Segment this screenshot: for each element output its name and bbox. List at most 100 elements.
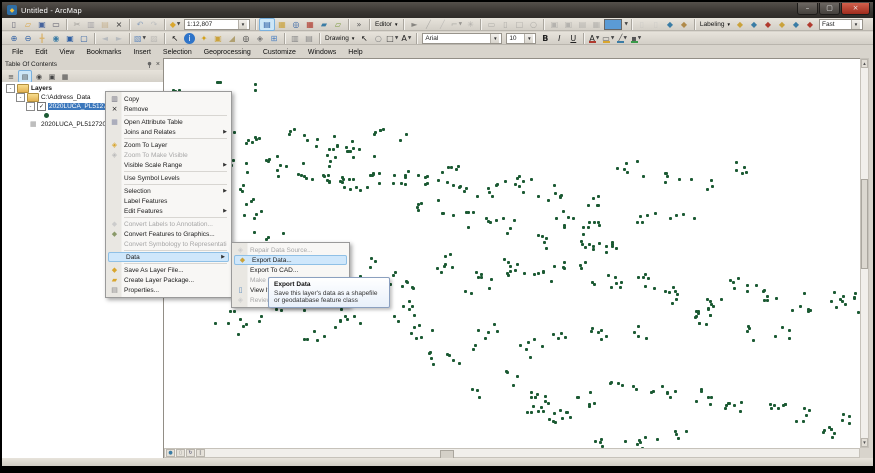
menu-windows[interactable]: Windows [302,48,342,57]
pause-drawing-icon[interactable]: ∥ [196,449,205,457]
menu-item-visible-scale-range[interactable]: Visible Scale Range▶ [107,160,230,170]
menu-file[interactable]: File [6,48,29,57]
labeling-toolbar-label[interactable]: Labeling▼ [698,21,733,28]
toc-source-group[interactable]: C:\Address_Data [41,94,91,101]
pin-icon[interactable] [146,61,153,68]
menu-selection[interactable]: Selection [157,48,198,57]
menu-help[interactable]: Help [342,48,368,57]
hyperlink-icon[interactable]: ✦ [197,32,211,44]
map-vertical-scrollbar[interactable]: ▲ ▼ [860,58,869,448]
view-unplaced-icon[interactable]: ◆ [803,18,817,30]
find-icon[interactable]: ◎ [239,32,253,44]
new-document-icon[interactable]: ▯ [7,18,21,30]
fixed-zoom-in-icon[interactable]: ▣ [63,32,77,44]
identify-icon[interactable]: i [184,33,195,44]
menu-item-export-to-cad[interactable]: Export To CAD... [233,265,348,275]
font-size-combo[interactable]: 10▼ [506,33,536,44]
pan-icon[interactable]: ╋ [35,32,49,44]
label-manager-icon[interactable]: ◆ [733,18,747,30]
font-name-combo[interactable]: Arial▼ [422,33,502,44]
shape-tool-icon[interactable]: □▼ [385,32,399,44]
table-of-contents-window-icon[interactable]: ▤ [259,18,275,31]
menu-bookmarks[interactable]: Bookmarks [80,48,127,57]
label-weight-icon[interactable]: ◆ [761,18,775,30]
layer-visibility-checkbox[interactable]: ✓ [37,102,46,111]
list-by-selection-icon[interactable]: ▣ [46,71,58,82]
font-color-icon[interactable]: A▼ [587,32,601,44]
menu-item-copy[interactable]: ▥Copy [107,94,230,104]
html-popup-icon[interactable]: ▣ [211,32,225,44]
menu-customize[interactable]: Customize [257,48,302,57]
editor-toolbar-label[interactable]: Editor▼ [373,21,400,28]
delete-icon[interactable]: × [112,18,126,30]
list-by-visibility-icon[interactable]: ◉ [33,71,45,82]
menu-item-use-symbol-levels[interactable]: Use Symbol Levels [107,173,230,183]
catalog-window-icon[interactable]: ▦ [275,18,289,30]
python-window-icon[interactable]: ▰ [317,18,331,30]
drawing-toolbar-label[interactable]: Drawing▼ [323,35,357,42]
fixed-zoom-out-icon[interactable]: ▢ [77,32,91,44]
bold-icon[interactable]: B [538,32,552,44]
scroll-up-icon[interactable]: ▲ [861,59,868,68]
menu-item-zoom-to-layer[interactable]: ◈Zoom To Layer [107,140,230,150]
menu-item-data[interactable]: Data▶ [108,252,229,262]
layout-view-icon[interactable]: ▯ [176,449,185,457]
vscroll-thumb[interactable] [861,179,868,269]
zoom-in-icon[interactable]: ⊕ [7,32,21,44]
underline-icon[interactable]: U [566,32,580,44]
save-icon[interactable]: ▣ [35,18,49,30]
expand-icon[interactable]: - [6,84,15,93]
data-view-icon[interactable]: ● [166,449,175,457]
drawing-select-icon[interactable]: ↖ [357,32,371,44]
text-tool-icon[interactable]: A▼ [399,32,413,44]
go-to-xy-icon[interactable]: ⊞ [267,32,281,44]
symbol-color-swatch[interactable]: ▼ [603,18,627,30]
line-color-icon[interactable]: ╱▼ [615,32,629,44]
zoom-out-icon[interactable]: ⊖ [21,32,35,44]
rotate-graphic-icon[interactable]: ○ [371,32,385,44]
select-elements-icon[interactable]: ↖ [168,32,182,44]
menu-edit[interactable]: Edit [29,48,53,57]
full-extent-icon[interactable]: ◉ [49,32,63,44]
menu-item-export-data[interactable]: ◆Export Data... [234,255,347,265]
refresh-view-icon[interactable]: ▥ [288,32,302,44]
find-route-icon[interactable]: ◈ [253,32,267,44]
lock-labels-icon[interactable]: ◆ [775,18,789,30]
menu-item-joins-and-relates[interactable]: Joins and Relates▶ [107,127,230,137]
label-priority-icon[interactable]: ◆ [747,18,761,30]
minimize-button[interactable]: – [797,3,818,15]
menu-insert[interactable]: Insert [127,48,157,57]
print-icon[interactable]: ▭ [49,18,63,30]
point-symbol-swatch[interactable] [44,113,49,118]
toc-options-icon[interactable]: ▦ [59,71,71,82]
package-icon[interactable]: ◆ [677,18,691,30]
marker-color-icon[interactable]: ▪▼ [629,32,643,44]
label-engine-combo[interactable]: Fast▼ [819,19,863,30]
modelbuilder-icon[interactable]: ▱ [331,18,345,30]
maximize-button[interactable]: ▢ [819,3,840,15]
viewer-window-icon[interactable]: ▤ [302,32,316,44]
arctoolbox-icon[interactable]: ▦ [303,18,317,30]
menu-item-create-layer-package[interactable]: ▰Create Layer Package... [107,275,230,285]
select-features-icon[interactable]: ▧▼ [133,32,147,44]
menu-item-selection[interactable]: Selection▶ [107,186,230,196]
italic-icon[interactable]: I [552,32,566,44]
menu-item-save-as-layer-file[interactable]: ◆Save As Layer File... [107,265,230,275]
menu-item-convert-features-to-graphics[interactable]: ◆Convert Features to Graphics... [107,229,230,239]
open-folder-icon[interactable]: ▱ [21,18,35,30]
menu-item-label-features[interactable]: Label Features [107,196,230,206]
publish-icon[interactable]: ◆ [663,18,677,30]
pause-labeling-icon[interactable]: ◆ [789,18,803,30]
measure-icon[interactable]: ◢ [225,32,239,44]
menu-item-properties[interactable]: ▤Properties... [107,285,230,295]
map-scale-combo[interactable]: 1:12,807▼ [184,19,250,30]
menu-item-open-attribute-table[interactable]: ▦Open Attribute Table [107,117,230,127]
refresh-view-icon[interactable]: ↻ [186,449,195,457]
map-horizontal-scrollbar[interactable]: ●▯↻∥ [164,448,860,458]
expand-icon[interactable]: - [16,93,25,102]
menu-item-remove[interactable]: ×Remove [107,104,230,114]
menu-item-edit-features[interactable]: Edit Features▶ [107,206,230,216]
add-data-icon[interactable]: ◆▼ [168,18,182,30]
toc-close-icon[interactable]: × [156,61,160,68]
expand-icon[interactable]: - [26,102,35,111]
